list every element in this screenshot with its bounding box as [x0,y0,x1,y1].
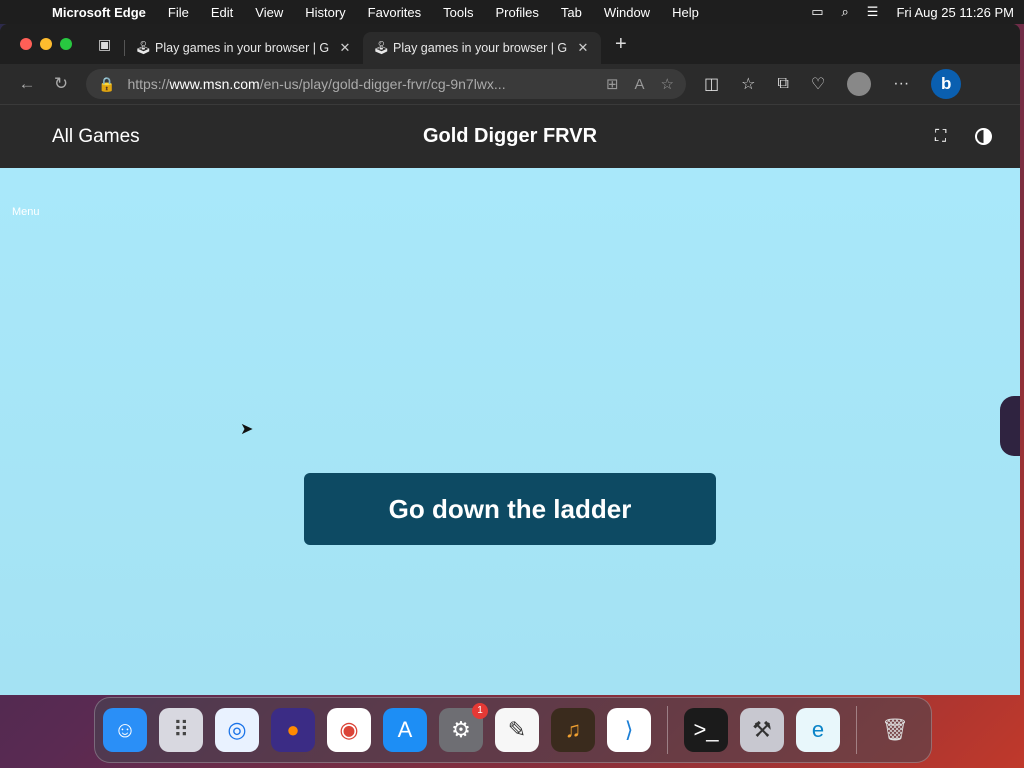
close-tab-icon[interactable]: ✕ [337,40,353,56]
menu-view[interactable]: View [255,5,283,20]
tab-strip: ▣ 🕹 Play games in your browser | G ✕ 🕹 P… [0,24,1020,64]
minimize-window-button[interactable] [40,38,52,50]
tab-title: Play games in your browser | G [155,41,330,55]
macos-menu-bar: Microsoft Edge File Edit View History Fa… [0,0,1024,24]
automator-icon[interactable]: ⚒ [740,708,784,752]
app-store-icon[interactable]: A [383,708,427,752]
tab-actions-icon[interactable]: ▣ [98,36,124,53]
theme-toggle-icon[interactable] [975,128,992,145]
all-games-link[interactable]: All Games [52,126,140,148]
split-screen-icon[interactable]: ◫ [704,74,719,94]
terminal-icon[interactable]: >_ [684,708,728,752]
favorites-icon[interactable]: ☆ [741,74,755,94]
fullscreen-icon[interactable]: ⛶ [935,128,946,146]
go-down-ladder-button[interactable]: Go down the ladder [304,473,716,545]
window-controls [20,38,72,50]
menu-favorites[interactable]: Favorites [368,5,421,20]
dock-divider [667,706,668,754]
collections-icon[interactable]: ⧉ [777,75,788,93]
profile-avatar[interactable] [847,72,872,96]
menu-clock[interactable]: Fri Aug 25 11:26 PM [896,5,1014,20]
safari-icon[interactable]: ◎ [215,708,259,752]
browser-window: ▣ 🕹 Play games in your browser | G ✕ 🕹 P… [0,24,1020,695]
notification-badge: 1 [472,703,488,719]
maximize-window-button[interactable] [60,38,72,50]
dock-divider [856,706,857,754]
mouse-cursor-icon: ➤ [240,421,254,438]
menu-tab[interactable]: Tab [561,5,582,20]
tab-active[interactable]: 🕹 Play games in your browser | G ✕ [363,32,601,64]
firefox-icon[interactable]: ● [271,708,315,752]
game-favicon-icon: 🕹 [373,40,390,55]
game-menu-button[interactable]: Menu [12,206,40,218]
read-aloud-icon[interactable]: A [635,76,645,93]
favorite-star-icon[interactable]: ☆ [661,75,674,93]
menu-help[interactable]: Help [672,5,699,20]
page-title: Gold Digger FRVR [422,125,598,147]
menu-app-name[interactable]: Microsoft Edge [52,5,146,20]
browser-toolbar: ← ↻ 🔒 https://www.msn.com/en-us/play/gol… [0,64,1020,104]
bing-copilot-icon[interactable]: b [931,69,962,99]
url-text[interactable]: https://www.msn.com/en-us/play/gold-digg… [127,76,590,92]
system-settings-icon[interactable]: ⚙ 1 [439,703,488,752]
textedit-icon[interactable]: ✎ [495,708,539,752]
trash-icon[interactable]: 🗑 [873,708,917,752]
vscode-icon[interactable]: ⟩ [607,708,651,752]
launchpad-icon[interactable]: ⠿ [159,708,203,752]
control-center-icon[interactable]: ☰ [867,4,879,20]
close-tab-icon[interactable]: ✕ [575,40,591,56]
site-header: All Games Gold Digger FRVR ⛶ [0,104,1020,168]
game-canvas[interactable]: Menu Go down the ladder ➤ [0,168,1020,695]
menu-profiles[interactable]: Profiles [496,5,539,20]
menu-history[interactable]: History [305,5,345,20]
tab-title: Play games in your browser | G [393,41,568,55]
performance-icon[interactable]: ♡ [811,74,825,94]
edge-icon[interactable]: e [796,708,840,752]
game-favicon-icon: 🕹 [135,40,152,55]
more-options-icon[interactable]: ··· [893,75,909,93]
tab-inactive[interactable]: 🕹 Play games in your browser | G ✕ [125,32,363,64]
garageband-icon[interactable]: ♫ [551,708,595,752]
menu-edit[interactable]: Edit [211,5,233,20]
address-bar[interactable]: 🔒 https://www.msn.com/en-us/play/gold-di… [86,69,686,99]
lock-icon[interactable]: 🔒 [98,76,115,93]
refresh-icon[interactable]: ↻ [44,74,78,94]
close-window-button[interactable] [20,38,32,50]
menu-window[interactable]: Window [604,5,650,20]
screen-mirroring-icon[interactable]: ▭ [811,4,823,20]
menu-tools[interactable]: Tools [443,5,473,20]
finder-icon[interactable]: ☺ [103,708,147,752]
new-tab-icon[interactable]: + [615,33,627,56]
macos-dock: ☺ ⠿ ◎ ● ◉ A ⚙ 1 ✎ ♫ ⟩ >_ ⚒ e 🗑 [94,697,932,763]
back-icon[interactable]: ← [10,74,44,94]
app-available-icon[interactable]: ⊞ [606,75,619,93]
search-icon[interactable]: ⌕ [842,4,849,20]
toolbar-actions: ◫ ☆ ⧉ ♡ ··· b [704,69,962,99]
side-panel-handle[interactable] [1000,396,1020,456]
chrome-icon[interactable]: ◉ [327,708,371,752]
menu-file[interactable]: File [168,5,189,20]
